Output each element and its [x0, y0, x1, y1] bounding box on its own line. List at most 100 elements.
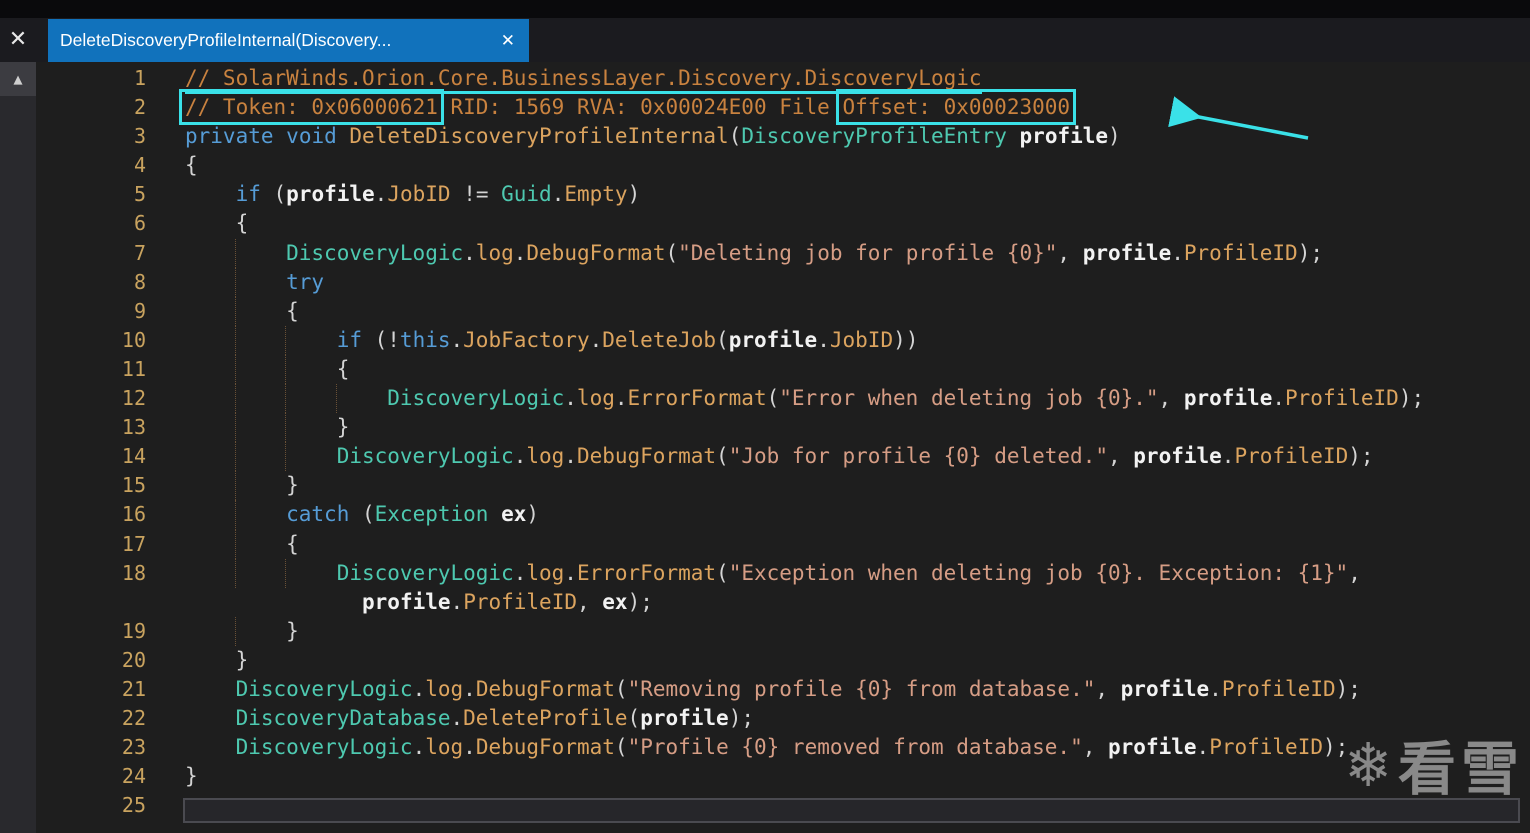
code-token: , [1095, 677, 1120, 701]
tab-close-icon[interactable]: ✕ [499, 31, 517, 51]
code-line: 10if (!this.JobFactory.DeleteJob(profile… [36, 326, 1530, 355]
code-token: profile [1133, 444, 1222, 468]
code-token: . [552, 182, 565, 206]
code-token: { [337, 357, 350, 381]
code-token: ); [1399, 386, 1424, 410]
code-token: ex [602, 590, 627, 614]
indent-guide [235, 268, 287, 297]
code-text: } [160, 471, 299, 500]
code-token: { [286, 532, 299, 556]
code-token: , [577, 590, 602, 614]
code-token: DebugFormat [476, 677, 615, 701]
code-token: log [526, 444, 564, 468]
line-number: 8 [36, 268, 160, 297]
code-token: "Exception when deleting job {0}. Except… [729, 561, 1349, 585]
code-token [488, 502, 501, 526]
code-token: ); [1298, 241, 1323, 265]
code-token: . [817, 328, 830, 352]
scroll-up-icon[interactable]: ▲ [0, 62, 36, 96]
highlight-box-token: // Token: 0x06000621 [185, 95, 438, 119]
code-token: "Profile {0} removed from database." [628, 735, 1083, 759]
indent-guide [185, 733, 236, 762]
code-text: { [160, 530, 299, 559]
code-token: "Error when deleting job {0}." [779, 386, 1158, 410]
code-text: DiscoveryLogic.log.DebugFormat("Removing… [160, 675, 1361, 704]
code-text: { [160, 209, 248, 238]
code-token: . [564, 386, 577, 410]
code-text: DiscoveryLogic.log.ErrorFormat("Exceptio… [160, 559, 1361, 588]
code-token: DeleteDiscoveryProfileInternal [349, 124, 728, 148]
indent-guide [185, 355, 236, 384]
code-token: ( [767, 386, 780, 410]
code-token: . [564, 561, 577, 585]
code-token: , [1083, 735, 1108, 759]
code-token: JobID [387, 182, 450, 206]
code-token: log [425, 735, 463, 759]
title-bar [0, 0, 1530, 18]
code-token: profile [1184, 386, 1273, 410]
code-line: 6{ [36, 209, 1530, 238]
line-number: 14 [36, 442, 160, 471]
code-text: DiscoveryLogic.log.DebugFormat("Deleting… [160, 239, 1323, 268]
code-token: DebugFormat [526, 241, 665, 265]
line-number: 25 [36, 791, 160, 820]
code-line: 7DiscoveryLogic.log.DebugFormat("Deletin… [36, 239, 1530, 268]
code-editor[interactable]: 1// SolarWinds.Orion.Core.BusinessLayer.… [36, 64, 1530, 833]
horizontal-scrollbar-thumb[interactable] [183, 798, 1520, 823]
code-token: ) [526, 502, 539, 526]
line-number [36, 588, 160, 617]
indent-guide [185, 471, 236, 500]
code-token: private [185, 124, 274, 148]
code-token: DeleteJob [602, 328, 716, 352]
code-line: 1// SolarWinds.Orion.Core.BusinessLayer.… [36, 64, 1530, 93]
code-token: void [286, 124, 337, 148]
indent-guide [285, 384, 337, 413]
indent-guide [285, 355, 337, 384]
code-token: . [1197, 735, 1210, 759]
code-text: DiscoveryLogic.log.ErrorFormat("Error wh… [160, 384, 1424, 413]
code-token [185, 590, 362, 614]
line-number: 16 [36, 500, 160, 529]
indent-guide [185, 297, 236, 326]
code-text: } [160, 617, 299, 646]
code-token: , [1348, 561, 1361, 585]
code-token: ) [628, 182, 641, 206]
line-number: 5 [36, 180, 160, 209]
code-token: . [451, 328, 464, 352]
code-token: ( [615, 677, 628, 701]
code-text: { [160, 297, 299, 326]
code-text: try [160, 268, 324, 297]
code-token: DiscoveryLogic [387, 386, 564, 410]
indent-guide [285, 413, 337, 442]
line-number: 23 [36, 733, 160, 762]
tab-delete-discovery-profile[interactable]: DeleteDiscoveryProfileInternal(Discovery… [48, 19, 529, 62]
code-token: ProfileID [1222, 677, 1336, 701]
code-token: . [564, 444, 577, 468]
code-token: , [1057, 241, 1082, 265]
code-token: ( [716, 328, 729, 352]
code-token [337, 124, 350, 148]
close-icon[interactable]: ✕ [4, 24, 32, 54]
code-line: 11{ [36, 355, 1530, 384]
code-token: )) [893, 328, 918, 352]
vertical-scrollbar[interactable]: ▲ [0, 62, 36, 833]
line-number: 17 [36, 530, 160, 559]
code-token: ); [628, 590, 653, 614]
code-token: RID: 1569 RVA: 0x00024E00 File [438, 95, 843, 119]
code-token: . [413, 677, 426, 701]
code-token: if [337, 328, 362, 352]
indent-guide [235, 355, 287, 384]
line-number: 12 [36, 384, 160, 413]
code-line: 24} [36, 762, 1530, 791]
code-token: profile [1020, 124, 1109, 148]
indent-guide [185, 675, 236, 704]
code-token: ErrorFormat [628, 386, 767, 410]
code-token: DiscoveryDatabase [236, 706, 451, 730]
indent-guide [185, 617, 236, 646]
code-token: ex [501, 502, 526, 526]
line-number: 18 [36, 559, 160, 588]
line-number: 7 [36, 239, 160, 268]
tab-title: DeleteDiscoveryProfileInternal(Discovery… [60, 30, 391, 51]
code-token: ); [1323, 735, 1348, 759]
code-text: catch (Exception ex) [160, 500, 539, 529]
